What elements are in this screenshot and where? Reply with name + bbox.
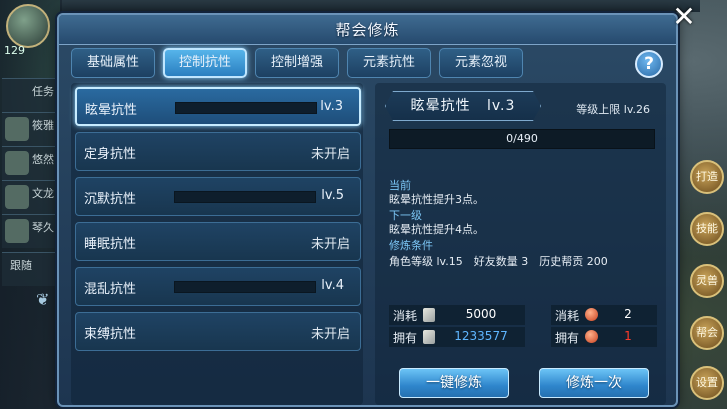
resistance-name: 定身抗性	[84, 147, 137, 162]
left-sidebar: 129 任务 筱雅 悠然 文龙 琴久 跟随	[0, 0, 62, 409]
scroll-icon	[423, 330, 435, 344]
progress-text: 0/490	[506, 132, 538, 145]
resistance-item-silence[interactable]: 沉默抗性 lv.5	[75, 177, 361, 216]
settings-button[interactable]: 设置	[690, 366, 724, 400]
next-effect: 眩晕抗性提升4点。	[389, 223, 484, 236]
resistance-progress-bar	[174, 281, 316, 293]
auto-cultivate-button[interactable]: 一键修炼	[399, 368, 509, 398]
butterfly-icon: ❦	[36, 290, 50, 309]
resistance-item-stun[interactable]: 眩晕抗性 lv.3	[75, 87, 361, 126]
tab-bar: 基础属性 控制抗性 控制增强 元素抗性 元素忽视	[71, 48, 523, 78]
resistance-detail-panel: 眩晕抗性 lv.3 等级上限 lv.26 0/490 当前 眩晕抗性提升3点。 …	[375, 83, 666, 405]
resistance-list: 眩晕抗性 lv.3 定身抗性 未开启 沉默抗性 lv.5 睡眠抗性 未开启 混乱…	[71, 83, 363, 405]
resistance-progress-bar	[175, 102, 317, 114]
tab-basic-attributes[interactable]: 基础属性	[71, 48, 155, 78]
tab-control-resistance[interactable]: 控制抗性	[163, 48, 247, 78]
guild-cultivation-dialog: 帮会修炼 基础属性 控制抗性 控制增强 元素抗性 元素忽视 ? 眩晕抗性 lv.…	[57, 13, 678, 407]
skill-button[interactable]: 技能	[690, 212, 724, 246]
resistance-item-confuse[interactable]: 混乱抗性 lv.4	[75, 267, 361, 306]
close-icon[interactable]: ✕	[670, 3, 698, 32]
condition-heading: 修炼条件	[389, 239, 433, 252]
follow-button[interactable]: 跟随	[2, 252, 58, 286]
tab-control-enhance[interactable]: 控制增强	[255, 48, 339, 78]
player-avatar[interactable]	[6, 4, 50, 48]
cultivate-once-button[interactable]: 修炼一次	[539, 368, 649, 398]
resistance-name: 睡眠抗性	[84, 237, 137, 252]
tab-element-resistance[interactable]: 元素抗性	[347, 48, 431, 78]
orb-icon	[585, 308, 598, 321]
member-avatar	[5, 117, 29, 141]
detail-title: 眩晕抗性 lv.3	[385, 91, 541, 121]
resistance-item-bind[interactable]: 束缚抗性 未开启	[75, 312, 361, 351]
resistance-locked-label: 未开启	[310, 237, 350, 252]
owned-value: 1	[624, 329, 632, 343]
resistance-name: 混乱抗性	[84, 282, 137, 297]
guild-button[interactable]: 帮会	[690, 316, 724, 350]
member-avatar	[5, 185, 29, 209]
detail-level: lv.3	[486, 98, 516, 114]
cost-row-scroll: 消耗 5000	[389, 305, 525, 325]
sidebar-item-task[interactable]: 任务	[2, 78, 58, 112]
resistance-level: lv.4	[321, 278, 344, 293]
help-icon[interactable]: ?	[635, 50, 663, 78]
resistance-item-sleep[interactable]: 睡眠抗性 未开启	[75, 222, 361, 261]
own-row-orb: 拥有 1	[551, 327, 657, 347]
resistance-item-root[interactable]: 定身抗性 未开启	[75, 132, 361, 171]
resistance-progress-bar	[174, 191, 316, 203]
current-effect: 眩晕抗性提升3点。	[389, 193, 484, 206]
resistance-locked-label: 未开启	[310, 147, 350, 162]
forge-button[interactable]: 打造	[690, 160, 724, 194]
level-cap: 等级上限 lv.26	[576, 103, 650, 116]
resistance-name: 眩晕抗性	[85, 103, 138, 118]
resistance-level: lv.5	[321, 188, 344, 203]
sidebar-item-member[interactable]: 琴久	[2, 214, 58, 248]
pet-button[interactable]: 灵兽	[690, 264, 724, 298]
resistance-level: lv.3	[320, 99, 343, 114]
resistance-name: 沉默抗性	[84, 192, 137, 207]
top-bar	[60, 0, 700, 12]
sidebar-item-member[interactable]: 文龙	[2, 180, 58, 214]
dialog-title: 帮会修炼	[335, 21, 400, 39]
member-avatar	[5, 219, 29, 243]
resistance-locked-label: 未开启	[310, 327, 350, 342]
cost-value: 5000	[465, 307, 497, 321]
orb-icon	[585, 330, 598, 343]
condition-text: 角色等级 lv.15 好友数量 3 历史帮贡 200	[389, 255, 608, 268]
sidebar-item-member[interactable]: 筱雅	[2, 112, 58, 146]
member-avatar	[5, 151, 29, 175]
cost-row-orb: 消耗 2	[551, 305, 657, 325]
detail-name: 眩晕抗性	[410, 98, 471, 114]
cost-value: 2	[624, 307, 632, 321]
player-level: 129	[4, 44, 25, 57]
scroll-icon	[423, 308, 435, 322]
tab-element-ignore[interactable]: 元素忽视	[439, 48, 523, 78]
resistance-name: 束缚抗性	[84, 327, 137, 342]
owned-value: 1233577	[454, 329, 508, 343]
sidebar-item-member[interactable]: 悠然	[2, 146, 58, 180]
own-row-scroll: 拥有 1233577	[389, 327, 525, 347]
cultivation-progress-bar: 0/490	[389, 129, 655, 149]
